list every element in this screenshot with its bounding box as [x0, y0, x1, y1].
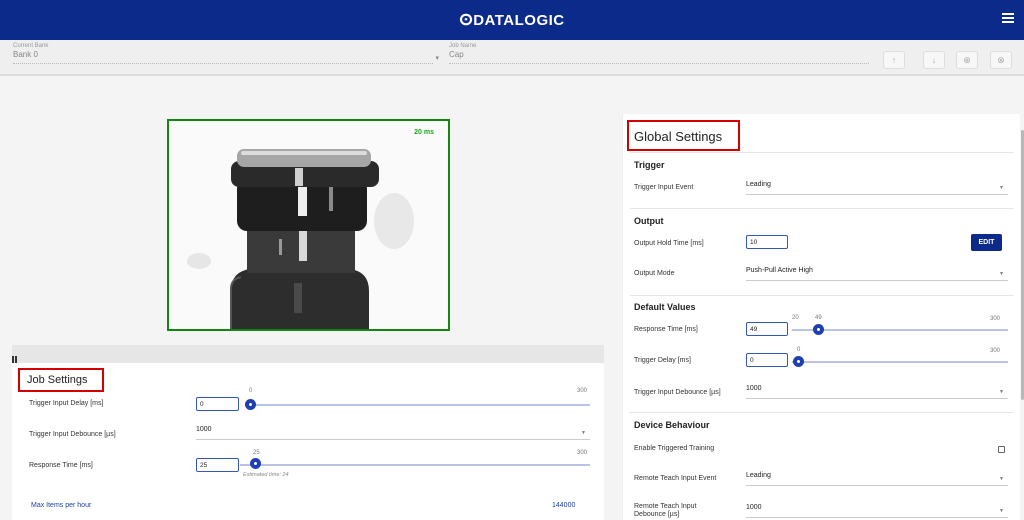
- job-name-value: Cap: [449, 50, 464, 59]
- slider-value-label: 25: [253, 450, 260, 456]
- output-mode-select[interactable]: Push-Pull Active High ▼: [746, 267, 1008, 281]
- default-trigger-delay-input[interactable]: 0: [746, 353, 788, 367]
- add-job-button[interactable]: ⊕: [956, 51, 978, 69]
- output-section-heading: Output: [634, 216, 664, 226]
- remote-teach-debounce-label-line1: Remote Teach Input: [634, 503, 697, 510]
- current-bank-select[interactable]: Current Bank Bank 0 ▾: [13, 43, 439, 64]
- trigger-input-delay-slider-track[interactable]: [250, 404, 590, 406]
- trigger-section-heading: Trigger: [634, 160, 665, 170]
- current-bank-value: Bank 0: [13, 50, 38, 59]
- job-name-label: Job Name: [449, 43, 477, 49]
- job-selection-bar: Current Bank Bank 0 ▾ Job Name Cap: [0, 40, 1024, 76]
- max-items-label: Max Items per hour: [31, 502, 92, 509]
- edit-button[interactable]: EDIT: [971, 234, 1002, 251]
- default-debounce-value: 1000: [746, 385, 762, 392]
- remote-teach-event-label: Remote Teach Input Event: [634, 475, 717, 482]
- delete-job-button[interactable]: ⊗: [990, 51, 1012, 69]
- chevron-down-icon: ▼: [999, 271, 1004, 277]
- default-trigger-delay-slider-handle[interactable]: [793, 356, 804, 367]
- app-header: ⵙDATALOGIC: [0, 0, 1024, 40]
- output-mode-label: Output Mode: [634, 270, 675, 277]
- output-mode-value: Push-Pull Active High: [746, 267, 813, 274]
- slider-max-label: 300: [577, 450, 588, 456]
- chevron-down-icon: ▼: [999, 185, 1004, 191]
- slider-value-label: 0: [797, 347, 801, 353]
- slider-max-label: 300: [577, 388, 588, 394]
- trigger-input-event-value: Leading: [746, 181, 771, 188]
- trigger-input-debounce-value: 1000: [196, 426, 212, 433]
- playback-bar: [12, 345, 604, 363]
- slider-value-label: 49: [815, 315, 822, 321]
- hamburger-icon[interactable]: [1002, 13, 1014, 25]
- enable-triggered-training-checkbox[interactable]: [998, 446, 1005, 453]
- chevron-down-icon: ▼: [999, 389, 1004, 395]
- slider-max-label: 300: [990, 348, 1001, 354]
- move-down-button[interactable]: ↓: [923, 51, 945, 69]
- divider: [630, 152, 1014, 153]
- enable-triggered-training-label: Enable Triggered Training: [634, 445, 715, 452]
- device-behaviour-section-heading: Device Behaviour: [634, 420, 710, 430]
- default-values-section-heading: Default Values: [634, 302, 696, 312]
- slider-min-label: 20: [792, 315, 799, 321]
- response-time-input[interactable]: 25: [196, 458, 239, 472]
- job-name-select[interactable]: Job Name Cap: [449, 43, 869, 64]
- chevron-down-icon: ▼: [999, 508, 1004, 514]
- default-response-time-slider-handle[interactable]: [813, 324, 824, 335]
- default-trigger-delay-label: Trigger Delay [ms]: [634, 357, 691, 364]
- job-settings-title: Job Settings: [27, 374, 88, 386]
- current-bank-label: Current Bank: [13, 43, 49, 49]
- slider-max-label: 300: [990, 316, 1001, 322]
- move-up-button[interactable]: ↑: [883, 51, 905, 69]
- trigger-input-delay-slider-handle[interactable]: [245, 399, 256, 410]
- response-time-slider-handle[interactable]: [250, 458, 261, 469]
- response-time-slider-track[interactable]: [240, 464, 590, 466]
- remote-teach-debounce-value: 1000: [746, 504, 762, 511]
- default-debounce-select[interactable]: 1000 ▼: [746, 385, 1008, 399]
- default-debounce-label: Trigger Input Debounce [µs]: [634, 389, 721, 396]
- trigger-input-delay-label: Trigger Input Delay [ms]: [29, 400, 104, 407]
- trigger-input-debounce-label: Trigger Input Debounce [µs]: [29, 431, 116, 438]
- processing-time-label: 20 ms: [414, 129, 434, 136]
- remote-teach-debounce-label-line2: Debounce [µs]: [634, 511, 680, 518]
- chevron-down-icon: ▼: [999, 476, 1004, 482]
- global-settings-title: Global Settings: [634, 129, 723, 144]
- slider-value-label: 0: [249, 388, 253, 394]
- divider: [630, 295, 1014, 296]
- camera-image-view[interactable]: 20 ms: [167, 119, 450, 331]
- trigger-input-debounce-select[interactable]: 1000 ▼: [196, 426, 590, 440]
- divider: [630, 412, 1014, 413]
- estimated-time-hint: Estimated time: 24: [243, 472, 289, 478]
- trigger-input-delay-input[interactable]: 0: [196, 397, 239, 411]
- response-time-label: Response Time [ms]: [29, 462, 93, 469]
- default-response-time-slider-track[interactable]: [792, 329, 1008, 331]
- remote-teach-debounce-select[interactable]: 1000 ▼: [746, 504, 1008, 518]
- divider: [630, 208, 1014, 209]
- default-response-time-input[interactable]: 49: [746, 322, 788, 336]
- remote-teach-event-value: Leading: [746, 472, 771, 479]
- trigger-input-event-select[interactable]: Leading ▼: [746, 181, 1008, 195]
- divider: [13, 63, 433, 64]
- remote-teach-event-select[interactable]: Leading ▼: [746, 472, 1008, 486]
- datalogic-logo: ⵙDATALOGIC: [459, 12, 565, 29]
- max-items-value: 144000: [552, 502, 576, 509]
- chevron-down-icon: ▼: [581, 430, 586, 436]
- bottle-cap-image: [169, 121, 448, 329]
- chevron-down-icon: ▾: [435, 55, 439, 62]
- trigger-input-event-label: Trigger Input Event: [634, 184, 694, 191]
- output-hold-time-label: Output Hold Time [ms]: [634, 240, 704, 247]
- default-response-time-label: Response Time [ms]: [634, 326, 698, 333]
- default-trigger-delay-slider-track[interactable]: [792, 361, 1008, 363]
- divider: [449, 63, 869, 64]
- output-hold-time-input[interactable]: 10: [746, 235, 788, 249]
